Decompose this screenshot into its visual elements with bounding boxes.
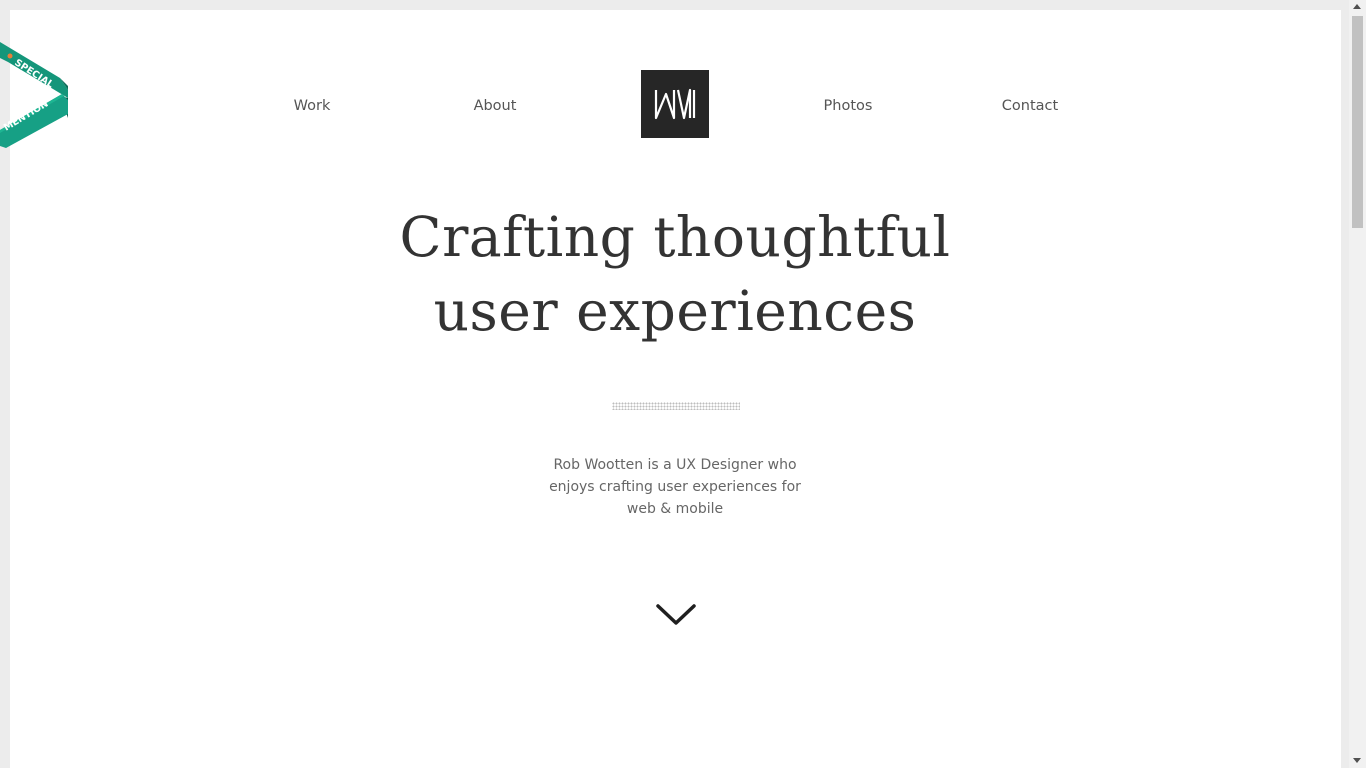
- hero-headline: Crafting thoughtful user experiences: [300, 200, 1050, 348]
- nav-link-work[interactable]: Work: [294, 96, 331, 116]
- hero-intro: Rob Wootten is a UX Designer who enjoys …: [549, 457, 801, 517]
- special-mention-ribbon[interactable]: SPECIAL MENTION: [0, 38, 72, 148]
- nav-link-contact[interactable]: Contact: [1002, 96, 1058, 116]
- hero-headline-line1: Crafting thoughtful: [399, 205, 951, 269]
- rw-logo-icon: [654, 88, 696, 120]
- scroll-up-arrow-icon[interactable]: [1353, 4, 1361, 9]
- scrollbar-thumb[interactable]: [1352, 16, 1363, 228]
- rw-monogram-logo[interactable]: [641, 70, 709, 138]
- dotted-divider: [612, 402, 740, 410]
- nav-link-photos[interactable]: Photos: [824, 96, 873, 116]
- hero-headline-line2: user experiences: [433, 279, 917, 343]
- vertical-scrollbar[interactable]: [1349, 0, 1366, 768]
- ribbon-star-icon: [7, 53, 13, 59]
- chevron-down-icon[interactable]: [655, 602, 697, 628]
- nav-link-about[interactable]: About: [474, 96, 517, 116]
- scroll-down-arrow-icon[interactable]: [1353, 758, 1361, 763]
